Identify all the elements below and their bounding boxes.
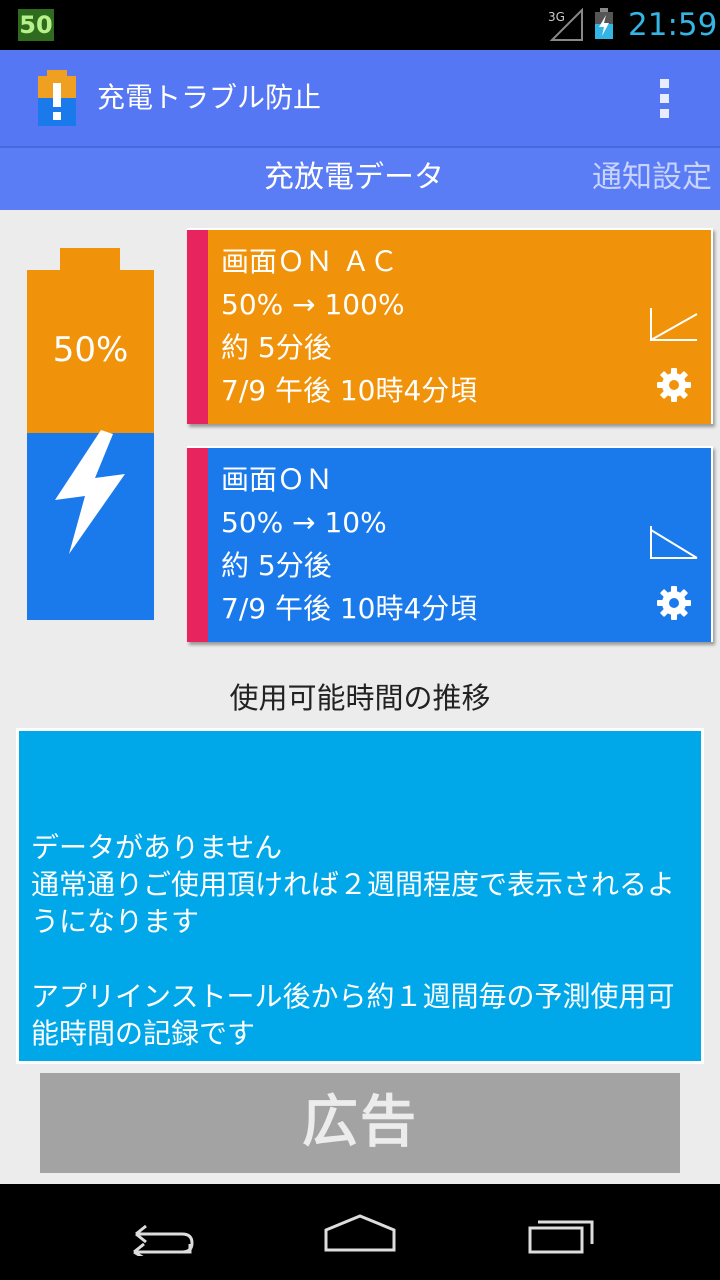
tab-bar: 充放電データ 通知設定 — [0, 146, 720, 210]
usage-history-panel[interactable]: データがありません 通常通りご使用頂ければ２週間程度で表示されるようになります … — [16, 728, 704, 1064]
navigation-bar — [0, 1184, 720, 1280]
card-range: 50% → 100% — [221, 288, 405, 321]
card-time: 7/9 午後 10時4分頃 — [221, 374, 478, 407]
ad-label: 広告 — [302, 1090, 418, 1155]
info-line: 通常通りご使用頂ければ２週間程度で表示されるようになります — [31, 868, 676, 938]
battery-percent: 50% — [52, 330, 129, 370]
tab-charge-data[interactable]: 充放電データ — [264, 156, 444, 200]
card-title: 画面ＯＮ ＡＣ — [221, 245, 398, 278]
card-accent-stripe — [187, 230, 208, 424]
tab-notification-settings[interactable]: 通知設定 — [592, 156, 712, 200]
gear-icon[interactable] — [657, 368, 691, 402]
overflow-menu-icon[interactable] — [652, 76, 676, 122]
notification-badge: 50 — [18, 9, 54, 41]
info-line: アプリインストール後から約１週間毎の予測使用可能時間の記録です — [31, 980, 675, 1050]
card-eta: 約 5分後 — [221, 549, 332, 582]
rising-line-icon[interactable] — [649, 306, 699, 342]
info-line: データがありません — [31, 831, 283, 864]
gear-icon[interactable] — [657, 586, 691, 620]
status-bar: 50 3G 21:59 — [0, 0, 720, 50]
recent-apps-icon[interactable] — [522, 1208, 602, 1256]
app-battery-icon — [38, 70, 76, 126]
battery-charging-icon — [595, 8, 613, 39]
prediction-card-screen-on[interactable]: 画面ＯＮ 50% → 10% 約 5分後 7/9 午後 10時4分頃 — [187, 446, 713, 642]
action-bar: 充電トラブル防止 — [0, 50, 720, 146]
clock: 21:59 — [628, 7, 718, 43]
ad-banner[interactable]: 広告 — [40, 1073, 680, 1173]
card-time: 7/9 午後 10時4分頃 — [221, 592, 478, 625]
card-range: 50% → 10% — [221, 506, 387, 539]
battery-body: 50% — [27, 270, 154, 620]
lightning-icon — [55, 430, 125, 554]
signal-icon: 3G — [548, 8, 583, 41]
back-icon[interactable] — [120, 1208, 200, 1256]
main-content: 50% 画面ＯＮ ＡＣ 50% → 100% 約 5分後 7/9 午後 10時4… — [0, 210, 720, 1184]
battery-cap — [60, 248, 120, 272]
card-title: 画面ＯＮ — [221, 463, 334, 496]
card-eta: 約 5分後 — [221, 331, 332, 364]
falling-line-icon[interactable] — [649, 524, 699, 560]
card-accent-stripe — [187, 448, 208, 642]
usage-time-history-heading: 使用可能時間の推移 — [229, 681, 491, 715]
no-data-message: データがありません 通常通りご使用頂ければ２週間程度で表示されるようになります … — [31, 829, 681, 1052]
prediction-card-screen-on-ac[interactable]: 画面ＯＮ ＡＣ 50% → 100% 約 5分後 7/9 午後 10時4分頃 — [187, 228, 713, 424]
home-icon[interactable] — [320, 1208, 400, 1256]
app-title: 充電トラブル防止 — [97, 81, 322, 114]
network-type: 3G — [548, 10, 565, 24]
battery-gauge: 50% — [27, 248, 154, 620]
